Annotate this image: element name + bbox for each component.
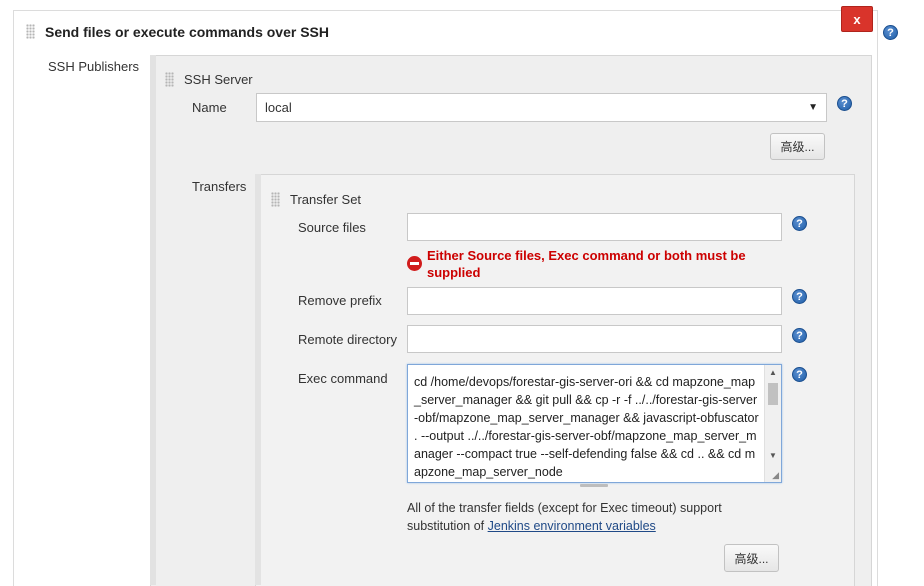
ssh-server-drag-handle-icon[interactable]: [165, 72, 174, 87]
transfer-advanced-button[interactable]: 高级...: [724, 544, 779, 572]
server-name-select[interactable]: local ▼: [256, 93, 827, 122]
section-drag-handle-icon[interactable]: [26, 24, 35, 39]
scroll-down-arrow-icon[interactable]: ▼: [768, 451, 778, 460]
transfer-set-drag-handle-icon[interactable]: [271, 192, 280, 207]
ssh-server-panel-bar: [150, 55, 156, 585]
delete-section-button[interactable]: x: [841, 6, 873, 32]
error-icon: [407, 256, 422, 271]
exec-command-textarea[interactable]: cd /home/devops/forestar-gis-server-ori …: [407, 364, 782, 483]
exec-command-help-icon[interactable]: ?: [792, 367, 807, 382]
server-advanced-button[interactable]: 高级...: [770, 133, 825, 160]
transfer-set-title: Transfer Set: [290, 192, 362, 207]
server-name-value: local: [265, 100, 292, 115]
scroll-up-arrow-icon[interactable]: ▲: [768, 368, 778, 377]
name-label: Name: [192, 100, 227, 115]
scroll-thumb[interactable]: [768, 383, 778, 405]
name-help-icon[interactable]: ?: [837, 96, 852, 111]
ssh-publishers-label: SSH Publishers: [48, 59, 140, 74]
remove-prefix-label: Remove prefix: [298, 293, 382, 308]
resize-grip-icon[interactable]: ◢: [772, 470, 779, 481]
remote-directory-help-icon[interactable]: ?: [792, 328, 807, 343]
source-files-label: Source files: [298, 220, 366, 235]
remove-prefix-help-icon[interactable]: ?: [792, 289, 807, 304]
source-files-input[interactable]: [407, 213, 782, 241]
remote-directory-input[interactable]: [407, 325, 782, 353]
source-files-help-icon[interactable]: ?: [792, 216, 807, 231]
jenkins-env-vars-link[interactable]: Jenkins environment variables: [488, 519, 656, 533]
transfer-set-panel-bar: [255, 174, 261, 585]
ssh-server-title: SSH Server: [184, 72, 253, 87]
section-title: Send files or execute commands over SSH: [45, 24, 329, 40]
exec-command-label: Exec command: [298, 371, 388, 386]
transfer-fields-note: All of the transfer fields (except for E…: [407, 499, 777, 535]
exec-command-scrollbar[interactable]: ▲ ▼: [764, 365, 781, 482]
chevron-down-icon: ▼: [808, 102, 818, 113]
transfers-label: Transfers: [192, 179, 247, 194]
remove-prefix-input[interactable]: [407, 287, 782, 315]
validation-error-message: Either Source files, Exec command or bot…: [427, 248, 746, 280]
textarea-resize-handle[interactable]: [580, 484, 608, 487]
section-help-icon[interactable]: ?: [883, 25, 898, 40]
exec-command-text: cd /home/devops/forestar-gis-server-ori …: [414, 375, 763, 479]
remote-directory-label: Remote directory: [298, 332, 397, 347]
